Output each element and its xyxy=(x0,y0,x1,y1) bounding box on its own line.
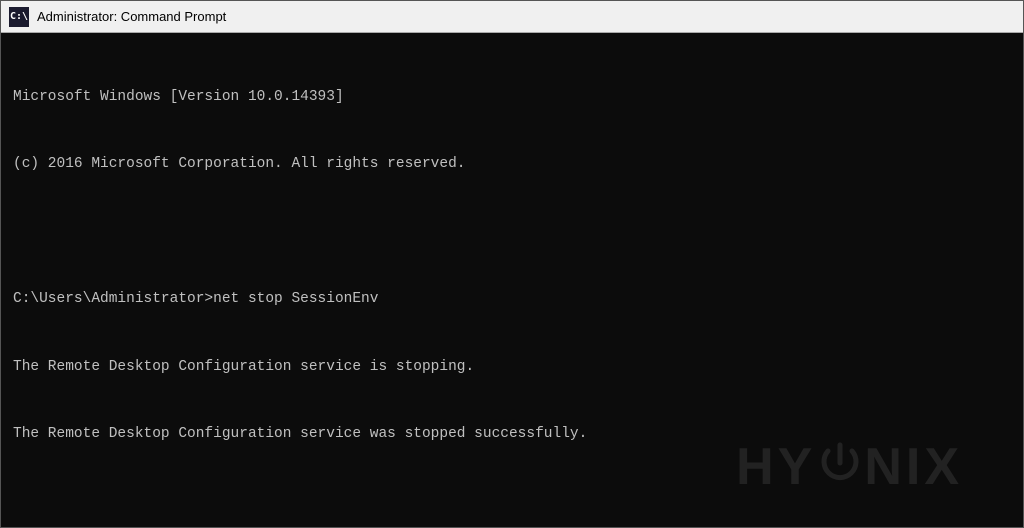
terminal-line-2: (c) 2016 Microsoft Corporation. All righ… xyxy=(13,153,1011,175)
cmd-window: C:\ Administrator: Command Prompt Micros… xyxy=(0,0,1024,528)
window-title: Administrator: Command Prompt xyxy=(37,9,226,24)
title-bar: C:\ Administrator: Command Prompt xyxy=(1,1,1023,33)
cmd-icon: C:\ xyxy=(9,7,29,27)
power-icon xyxy=(818,441,862,493)
terminal-line-1: Microsoft Windows [Version 10.0.14393] xyxy=(13,86,1011,108)
terminal-line-4: C:\Users\Administrator>net stop SessionE… xyxy=(13,288,1011,310)
watermark: HY NIX xyxy=(736,437,963,497)
watermark-text-right: NIX xyxy=(864,437,963,497)
terminal-body[interactable]: Microsoft Windows [Version 10.0.14393] (… xyxy=(1,33,1023,527)
terminal-line-5: The Remote Desktop Configuration service… xyxy=(13,356,1011,378)
watermark-text-left: HY xyxy=(736,437,816,497)
terminal-line-3 xyxy=(13,221,1011,243)
